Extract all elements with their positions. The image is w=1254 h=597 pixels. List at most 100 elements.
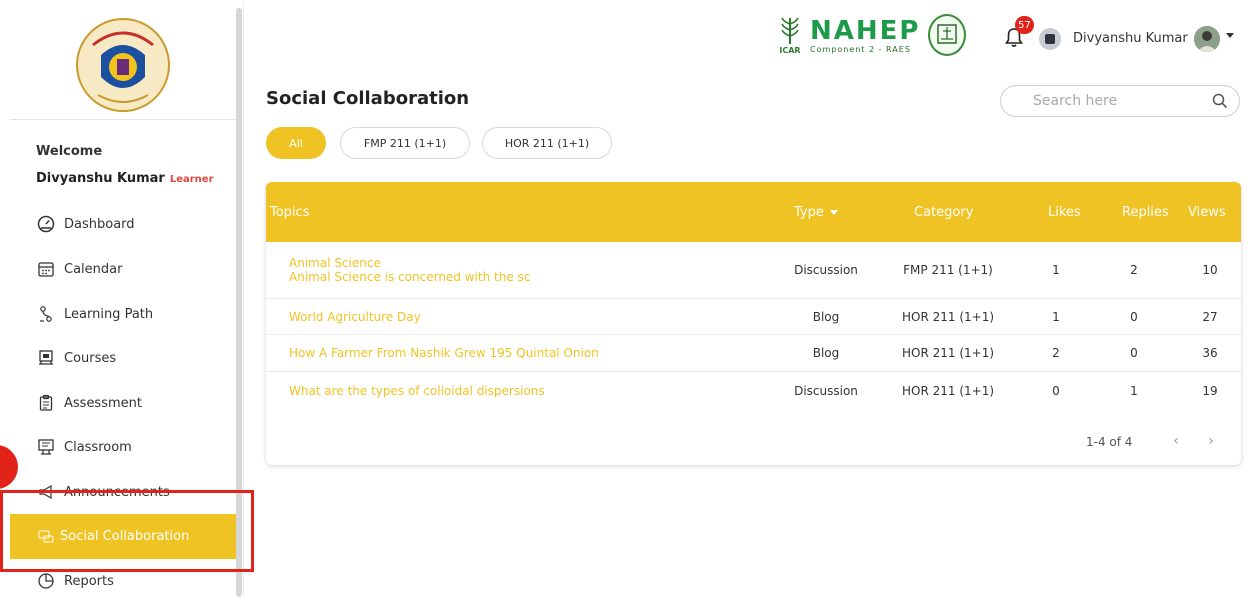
- replies-cell: 0: [1130, 309, 1138, 324]
- wheat-icon: [781, 17, 799, 44]
- user-name-text: Divyanshu Kumar: [36, 171, 165, 186]
- chevron-left-icon[interactable]: ‹: [1168, 433, 1184, 449]
- table-header: Topics Type Category Likes Replies Views: [266, 182, 1241, 242]
- institute-logo: [10, 10, 236, 120]
- table-row[interactable]: How A Farmer From Nashik Grew 195 Quinta…: [266, 335, 1241, 372]
- filter-chip-hor-211[interactable]: HOR 211 (1+1): [482, 127, 612, 159]
- chat-icon: [36, 527, 56, 547]
- top-bar: ICAR NAHEP Component 2 - RAES 57 Divyans…: [244, 0, 1254, 70]
- sidebar-item-assessment[interactable]: Assessment: [36, 391, 142, 415]
- type-cell: Blog: [812, 346, 840, 360]
- header-replies: Replies: [1122, 204, 1169, 220]
- path-icon: [36, 304, 56, 324]
- icar-logo: ICAR: [776, 10, 804, 60]
- sidebar-scrollbar[interactable]: [236, 8, 242, 597]
- welcome-label: Welcome: [36, 144, 103, 159]
- filter-chip-all[interactable]: All: [266, 127, 326, 159]
- sidebar-item-courses[interactable]: Courses: [36, 346, 116, 370]
- filter-chip-fmp-211[interactable]: FMP 211 (1+1): [340, 127, 470, 159]
- category-cell: FMP 211 (1+1): [903, 263, 993, 277]
- nahep-wordmark: NAHEP: [810, 15, 921, 46]
- topic-cell: What are the types of colloidal dispersi…: [289, 372, 545, 409]
- icar-text: ICAR: [779, 45, 801, 55]
- sidebar-item-label: Assessment: [64, 395, 142, 411]
- sidebar-item-announcements[interactable]: Announcements: [36, 480, 170, 504]
- sidebar-item-calendar[interactable]: Calendar: [36, 257, 122, 281]
- sidebar-user-name: Divyanshu Kumar Learner: [36, 171, 214, 186]
- chevron-right-icon[interactable]: ›: [1203, 433, 1219, 449]
- pie-chart-icon: [36, 571, 56, 591]
- search-input[interactable]: Search here: [1000, 85, 1240, 117]
- topic-title-link[interactable]: How A Farmer From Nashik Grew 195 Quinta…: [289, 346, 599, 360]
- megaphone-icon: [36, 482, 56, 502]
- sidebar-item-label: Learning Path: [64, 306, 154, 322]
- sidebar: Welcome Divyanshu Kumar Learner Dashboard…: [0, 0, 244, 597]
- likes-cell: 1: [1052, 263, 1060, 277]
- topic-cell: How A Farmer From Nashik Grew 195 Quinta…: [289, 335, 599, 371]
- user-menu-chevron-down-icon[interactable]: [1226, 33, 1234, 38]
- user-avatar[interactable]: [1194, 26, 1220, 52]
- category-cell: HOR 211 (1+1): [901, 346, 995, 360]
- icar-seal-icon: [76, 17, 170, 112]
- views-cell: 27: [1202, 309, 1218, 324]
- topic-cell: World Agriculture Day: [289, 299, 421, 334]
- university-emblem: [928, 14, 967, 56]
- topic-excerpt: Animal Science is concerned with the sc: [289, 270, 531, 284]
- sidebar-item-label: Reports: [64, 573, 114, 589]
- clipboard-icon: [36, 393, 56, 413]
- page-title: Social Collaboration: [266, 88, 470, 109]
- topic-title-link[interactable]: Animal Science: [289, 256, 381, 270]
- header-category: Category: [914, 204, 974, 220]
- notification-count-badge: 57: [1015, 16, 1034, 34]
- category-cell: HOR 211 (1+1): [901, 309, 995, 324]
- topics-table: Topics Type Category Likes Replies Views…: [266, 182, 1241, 465]
- emblem-icon: [937, 24, 958, 44]
- type-cell: Blog: [812, 309, 840, 324]
- speedometer-icon: [36, 214, 56, 234]
- nahep-brand-logo: ICAR NAHEP Component 2 - RAES: [776, 10, 967, 60]
- header-views: Views: [1188, 204, 1226, 220]
- type-cell: Discussion: [794, 263, 858, 277]
- replies-cell: 0: [1130, 346, 1138, 360]
- header-likes: Likes: [1048, 204, 1081, 220]
- nahep-subtitle: Component 2 - RAES: [810, 44, 911, 54]
- sidebar-item-social-collaboration[interactable]: Social Collaboration: [10, 514, 238, 559]
- search-icon[interactable]: [1201, 86, 1239, 116]
- header-type-label: Type: [794, 204, 824, 220]
- topic-title-link[interactable]: What are the types of colloidal dispersi…: [289, 384, 545, 398]
- type-cell: Discussion: [794, 383, 858, 398]
- pagination-range: 1-4 of 4: [1086, 435, 1133, 449]
- likes-cell: 2: [1052, 346, 1060, 360]
- header-type[interactable]: Type: [794, 182, 838, 242]
- courses-icon: [36, 348, 56, 368]
- table-row[interactable]: Animal Science Animal Science is concern…: [266, 242, 1241, 299]
- replies-cell: 2: [1130, 263, 1138, 277]
- sidebar-item-label: Calendar: [64, 261, 123, 277]
- views-cell: 19: [1202, 383, 1218, 398]
- sidebar-item-classroom[interactable]: Classroom: [36, 435, 132, 459]
- topic-cell: Animal Science Animal Science is concern…: [289, 242, 530, 298]
- views-cell: 10: [1202, 263, 1218, 277]
- table-row[interactable]: What are the types of colloidal dispersi…: [266, 372, 1241, 409]
- sort-caret-icon: [829, 209, 838, 215]
- sidebar-item-label: Classroom: [64, 439, 132, 455]
- role-badge: Learner: [169, 174, 214, 185]
- user-avatar-small[interactable]: [1039, 28, 1061, 50]
- sidebar-item-learning-path[interactable]: Learning Path: [36, 302, 153, 326]
- sidebar-item-label: Courses: [64, 350, 117, 366]
- calendar-icon: [36, 259, 56, 279]
- table-row[interactable]: World Agriculture Day Blog HOR 211 (1+1)…: [266, 299, 1241, 335]
- likes-cell: 1: [1052, 309, 1060, 324]
- sidebar-item-reports[interactable]: Reports: [36, 569, 114, 593]
- views-cell: 36: [1202, 346, 1218, 360]
- header-user-name[interactable]: Divyanshu Kumar: [1073, 31, 1188, 46]
- header-topics: Topics: [270, 204, 310, 220]
- sidebar-item-label: Social Collaboration: [60, 529, 190, 544]
- search-placeholder: Search here: [1033, 93, 1118, 109]
- sidebar-item-label: Dashboard: [64, 216, 135, 232]
- sidebar-item-dashboard[interactable]: Dashboard: [36, 212, 135, 236]
- avatar-photo-icon: [1194, 26, 1220, 52]
- topic-title-link[interactable]: World Agriculture Day: [289, 310, 421, 324]
- category-cell: HOR 211 (1+1): [901, 383, 995, 398]
- likes-cell: 0: [1052, 383, 1060, 398]
